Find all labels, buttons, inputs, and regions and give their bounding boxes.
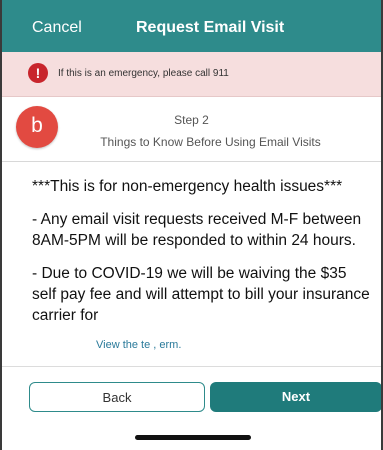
step-number: Step 2	[174, 113, 209, 127]
content-paragraph: - Due to COVID-19 we will be waiving the…	[32, 265, 370, 324]
footer-divider	[2, 366, 381, 367]
page-title: Request Email Visit	[136, 19, 285, 36]
content-paragraph: - Any email visit requests received M-F …	[32, 211, 362, 249]
back-button[interactable]: Back	[29, 382, 205, 412]
info-content: ***This is for non-emergency health issu…	[32, 176, 372, 341]
scroll-fade	[2, 318, 381, 356]
exclamation-circle-icon: !	[28, 63, 48, 83]
phone-screen: Cancel Request Email Visit ! If this is …	[0, 0, 383, 450]
next-button[interactable]: Next	[210, 382, 381, 412]
view-terms-link[interactable]: View the te , erm.	[96, 339, 181, 351]
emergency-alert-banner: ! If this is an emergency, please call 9…	[2, 52, 381, 97]
annotation-badge: b	[16, 106, 58, 148]
step-name: Things to Know Before Using Email Visits	[100, 135, 321, 149]
step-indicator: Step 2 Things to Know Before Using Email…	[2, 97, 381, 162]
content-paragraph: ***This is for non-emergency health issu…	[32, 178, 343, 195]
alert-text: If this is an emergency, please call 911	[58, 68, 229, 79]
home-indicator	[135, 435, 251, 440]
cancel-button[interactable]: Cancel	[32, 19, 82, 37]
